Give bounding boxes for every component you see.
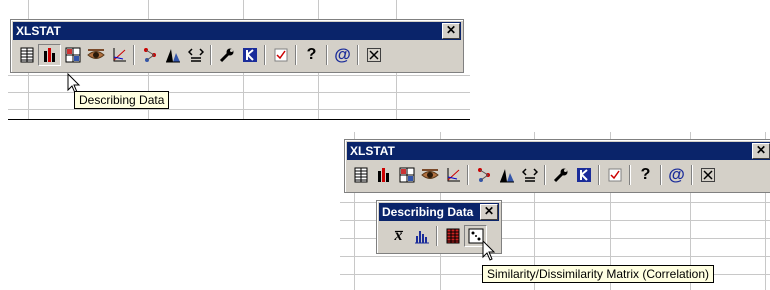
toolbar-separator	[133, 45, 135, 65]
toolbar-separator	[295, 45, 297, 65]
close-toolbar-icon[interactable]	[362, 44, 385, 66]
palette-title: Describing Data	[382, 205, 474, 219]
eye-icon[interactable]	[84, 44, 107, 66]
k-icon[interactable]	[572, 164, 595, 186]
toolbar-title: XLSTAT	[16, 24, 61, 38]
toolbar-titlebar[interactable]: XLSTAT ✕	[347, 142, 770, 160]
scatter-axes-icon[interactable]	[107, 44, 130, 66]
toolbar-separator	[264, 45, 266, 65]
cluster-tree-icon[interactable]	[138, 44, 161, 66]
wrench-icon[interactable]	[215, 44, 238, 66]
toolbar-separator	[467, 165, 469, 185]
toolbar-separator	[660, 165, 662, 185]
xlstat-toolbar-top: XLSTAT ✕ ? @	[10, 19, 464, 73]
correlation-grid-icon[interactable]	[441, 225, 464, 247]
toolbar-title: XLSTAT	[350, 144, 395, 158]
help-icon[interactable]: ?	[634, 164, 657, 186]
toolbar-separator	[357, 45, 359, 65]
x-bar-mean-icon[interactable]: x̅	[387, 225, 410, 247]
close-toolbar-icon[interactable]	[696, 164, 719, 186]
distribution-icon[interactable]	[161, 44, 184, 66]
matrix-grid-icon[interactable]	[395, 164, 418, 186]
distribution-icon[interactable]	[495, 164, 518, 186]
toolbar-separator	[629, 165, 631, 185]
tooltip: Describing Data	[74, 91, 170, 109]
toolbar-separator	[326, 45, 328, 65]
xlstat-toolbar-bottom: XLSTAT ✕ ? @	[344, 139, 770, 193]
toolbar-separator	[598, 165, 600, 185]
toolbar-titlebar[interactable]: XLSTAT ✕	[13, 22, 461, 40]
close-button[interactable]: ✕	[480, 204, 498, 220]
bar-chart-icon[interactable]	[38, 44, 61, 66]
close-button[interactable]: ✕	[442, 23, 460, 39]
tooltip: Similarity/Dissimilarity Matrix (Correla…	[482, 265, 715, 283]
compare-signs-icon[interactable]	[518, 164, 541, 186]
scatter-axes-icon[interactable]	[441, 164, 464, 186]
help-icon[interactable]: ?	[300, 44, 323, 66]
toolbar-separator	[436, 226, 438, 246]
data-table-icon[interactable]	[349, 164, 372, 186]
at-icon[interactable]: @	[331, 44, 354, 66]
close-button[interactable]: ✕	[752, 143, 770, 159]
matrix-grid-icon[interactable]	[61, 44, 84, 66]
mouse-cursor	[482, 240, 496, 261]
data-table-icon[interactable]	[15, 44, 38, 66]
checkbox-icon[interactable]	[269, 44, 292, 66]
palette-titlebar[interactable]: Describing Data ✕	[379, 203, 499, 221]
cluster-tree-icon[interactable]	[472, 164, 495, 186]
eye-icon[interactable]	[418, 164, 441, 186]
bar-chart-icon[interactable]	[372, 164, 395, 186]
toolbar-separator	[691, 165, 693, 185]
toolbar-separator	[210, 45, 212, 65]
checkbox-icon[interactable]	[603, 164, 626, 186]
at-icon[interactable]: @	[665, 164, 688, 186]
histogram-icon[interactable]	[410, 225, 433, 247]
wrench-icon[interactable]	[549, 164, 572, 186]
compare-signs-icon[interactable]	[184, 44, 207, 66]
toolbar-separator	[544, 165, 546, 185]
k-icon[interactable]	[238, 44, 261, 66]
